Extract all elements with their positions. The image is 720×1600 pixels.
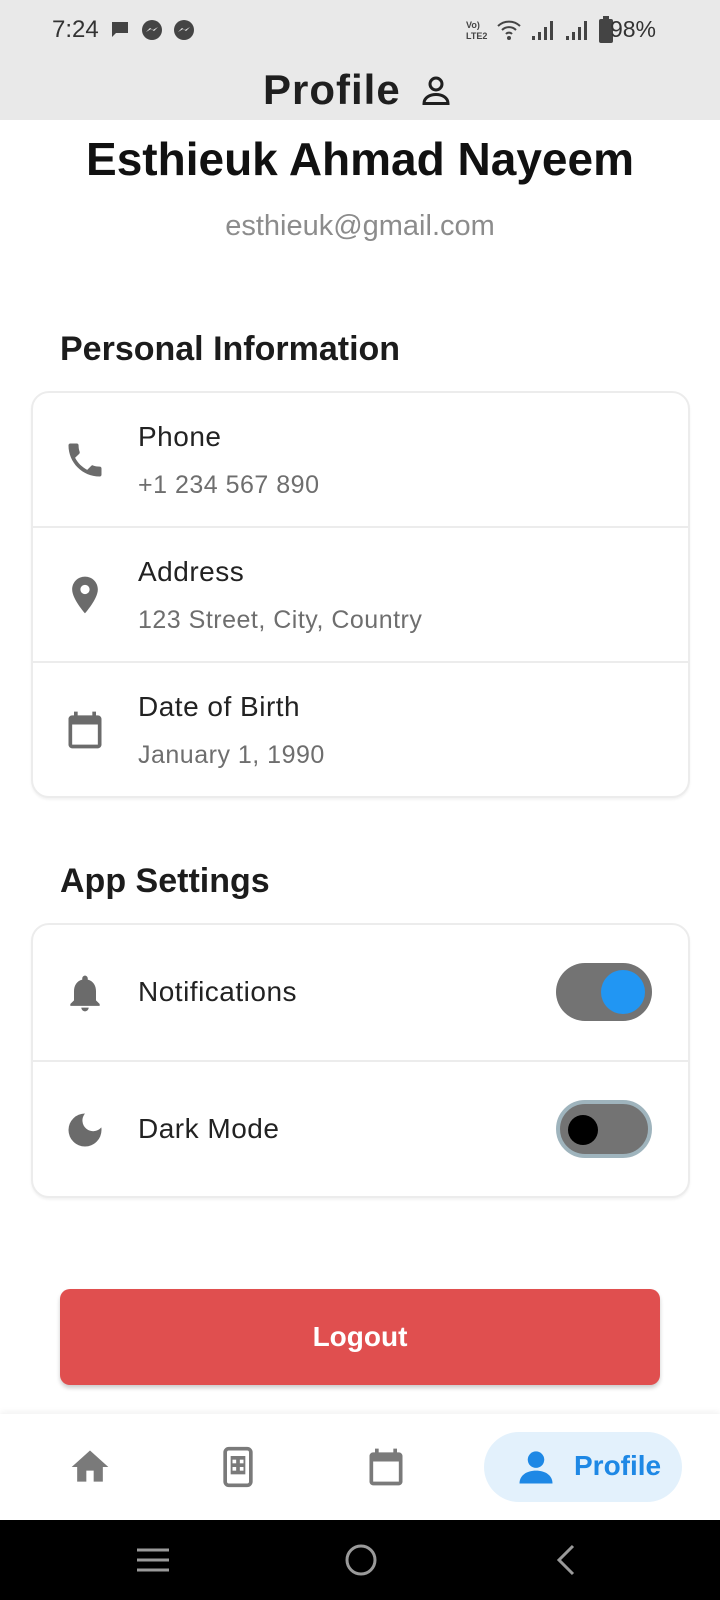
moon-icon <box>68 1113 102 1147</box>
user-name: Esthieuk Ahmad Nayeem <box>86 133 634 185</box>
app-header: Profile <box>0 62 720 120</box>
info-label: Date of Birth <box>138 691 301 722</box>
person-icon <box>519 1451 553 1484</box>
status-bar: 7:24 Vo) LTE2 98% <box>0 0 720 62</box>
calendar-icon <box>369 1448 403 1486</box>
recent-apps-icon[interactable] <box>133 1540 173 1580</box>
home-circle-icon[interactable] <box>341 1540 381 1580</box>
info-row-phone[interactable]: Phone +1 234 567 890 <box>33 393 688 528</box>
setting-label: Notifications <box>138 976 298 1007</box>
info-row-address[interactable]: Address 123 Street, City, Country <box>33 528 688 663</box>
page-title: Profile <box>263 66 401 113</box>
nav-profile[interactable]: Profile <box>484 1432 682 1502</box>
setting-label: Dark Mode <box>138 1113 280 1144</box>
svg-text:LTE2: LTE2 <box>466 31 487 41</box>
location-pin-icon <box>72 576 98 614</box>
toggle-knob <box>601 970 645 1014</box>
volte-icon: Vo)LTE2 <box>466 20 487 41</box>
section-title-personal-information: Personal Information <box>60 330 401 368</box>
nav-calculator[interactable] <box>216 1432 260 1502</box>
info-value: 123 Street, City, Country <box>138 606 423 634</box>
app-settings-card: Notifications Dark Mode <box>31 923 690 1198</box>
info-value: +1 234 567 890 <box>138 471 320 499</box>
nav-home[interactable] <box>68 1432 112 1502</box>
dark-mode-toggle[interactable] <box>556 1100 652 1158</box>
nav-calendar[interactable] <box>364 1432 408 1502</box>
phone-icon <box>68 443 102 477</box>
messenger-icon <box>174 20 194 40</box>
toggle-knob <box>568 1115 598 1145</box>
svg-text:Vo): Vo) <box>466 20 480 30</box>
info-label: Address <box>138 556 245 587</box>
wifi-icon <box>497 20 521 40</box>
logout-button[interactable]: Logout <box>60 1289 660 1385</box>
back-icon[interactable] <box>547 1540 587 1580</box>
home-icon <box>71 1450 109 1482</box>
setting-row-dark-mode: Dark Mode <box>33 1062 688 1196</box>
person-outline-icon <box>422 76 450 105</box>
battery-percentage: 98% <box>609 16 656 42</box>
calendar-icon <box>68 711 102 749</box>
phone-calculator-icon <box>223 1446 253 1488</box>
chat-bubble-icon <box>112 22 128 37</box>
info-label: Phone <box>138 421 222 452</box>
personal-info-card: Phone +1 234 567 890 Address 123 Street,… <box>31 391 690 798</box>
signal-icon <box>532 21 553 40</box>
bottom-nav: Profile <box>0 1414 720 1520</box>
signal-icon <box>566 21 587 40</box>
status-time: 7:24 <box>52 16 99 43</box>
setting-row-notifications: Notifications <box>33 925 688 1062</box>
nav-profile-label: Profile <box>574 1450 662 1481</box>
info-row-date-of-birth[interactable]: Date of Birth January 1, 1990 <box>33 663 688 796</box>
messenger-icon <box>142 20 162 40</box>
section-title-app-settings: App Settings <box>60 862 270 900</box>
info-value: January 1, 1990 <box>138 741 325 769</box>
bell-icon <box>70 975 100 1012</box>
notifications-toggle[interactable] <box>556 963 652 1021</box>
system-nav-bar <box>0 1520 720 1600</box>
user-email: esthieuk@gmail.com <box>225 210 495 242</box>
